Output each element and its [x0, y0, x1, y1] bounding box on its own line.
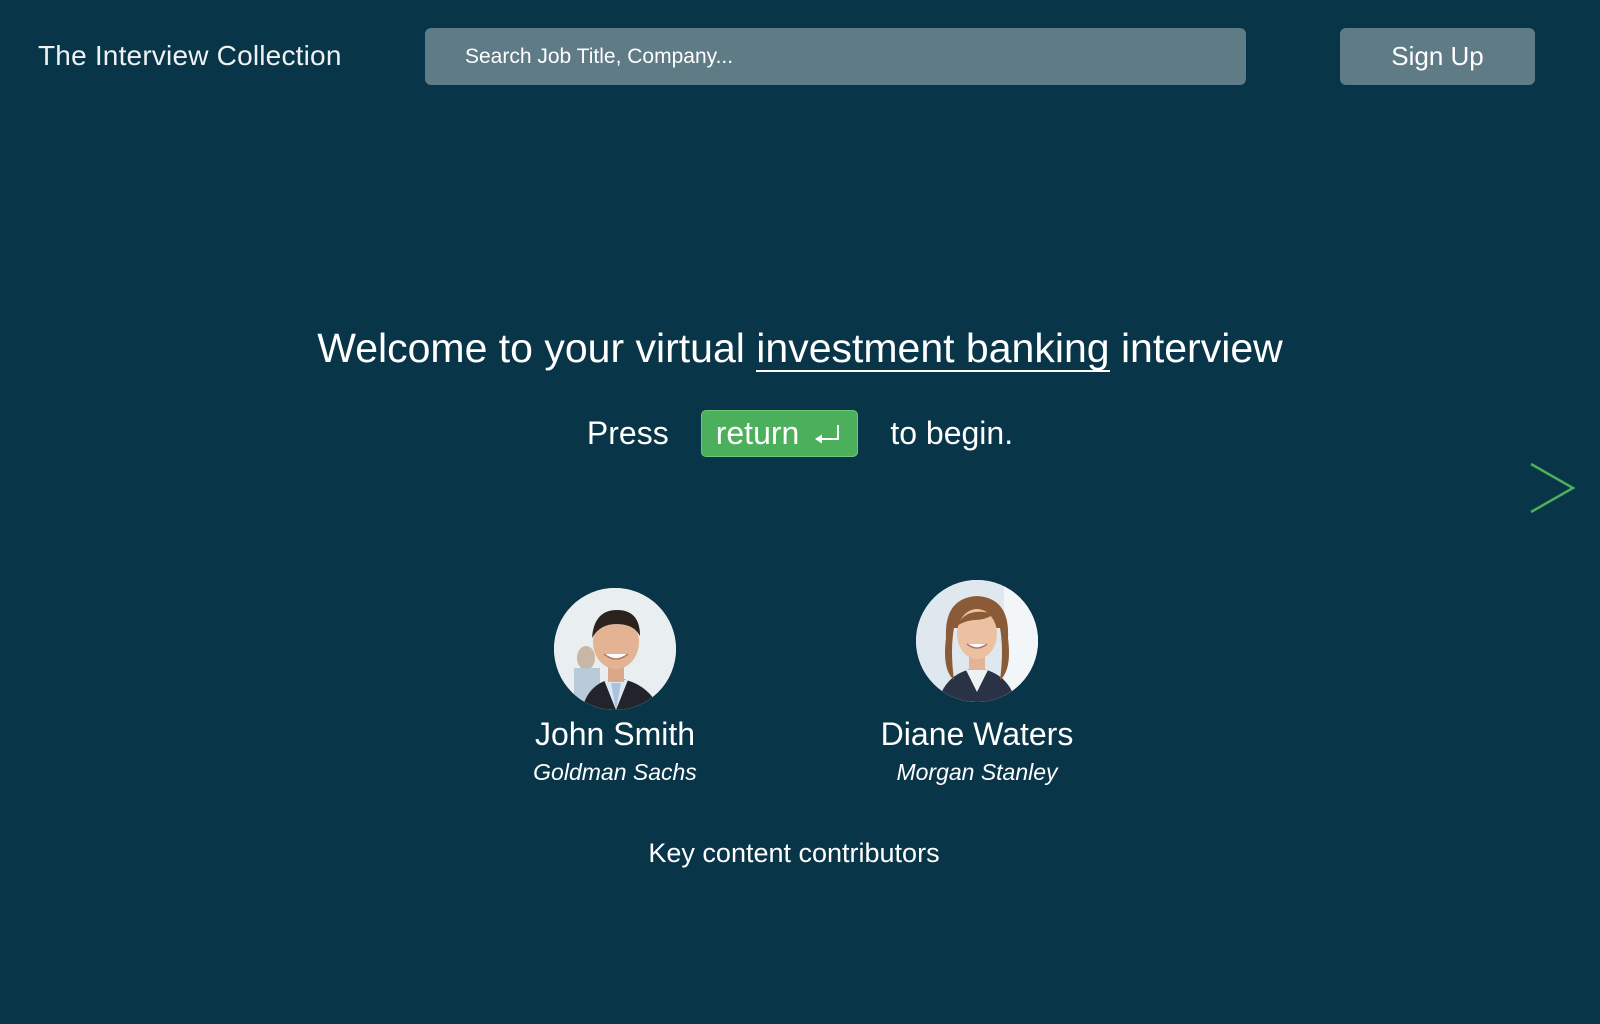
start-prompt: Press return to begin. — [0, 410, 1600, 457]
press-label: Press — [586, 415, 669, 451]
avatar-image — [554, 588, 676, 710]
headline-prefix: Welcome to your virtual — [317, 325, 745, 371]
contributors-caption: Key content contributors — [648, 838, 940, 868]
contributor-company: Goldman Sachs — [533, 759, 697, 785]
return-key-button[interactable]: return — [700, 410, 859, 457]
return-arrow-icon — [815, 424, 840, 443]
avatar — [554, 588, 676, 710]
return-key-label: return — [715, 415, 800, 451]
search-bar[interactable] — [425, 28, 1246, 85]
chevron-right-icon[interactable] — [1527, 460, 1577, 516]
contributor-card: Diane Waters Morgan Stanley — [857, 580, 1097, 786]
headline-suffix: interview — [1120, 325, 1283, 371]
page-headline: Welcome to your virtual investment banki… — [0, 325, 1600, 372]
contributor-name: Diane Waters — [880, 716, 1074, 752]
contributor-company: Morgan Stanley — [896, 759, 1058, 785]
search-input[interactable] — [425, 28, 1246, 85]
avatar — [916, 580, 1038, 702]
begin-label: to begin. — [890, 415, 1014, 451]
brand-logo-text[interactable]: The Interview Collection — [38, 40, 342, 72]
contributor-card: John Smith Goldman Sachs — [495, 588, 735, 786]
avatar-image — [916, 580, 1038, 702]
contributor-name: John Smith — [534, 716, 696, 752]
headline-role[interactable]: investment banking — [756, 326, 1110, 372]
sign-up-button[interactable]: Sign Up — [1340, 28, 1535, 85]
